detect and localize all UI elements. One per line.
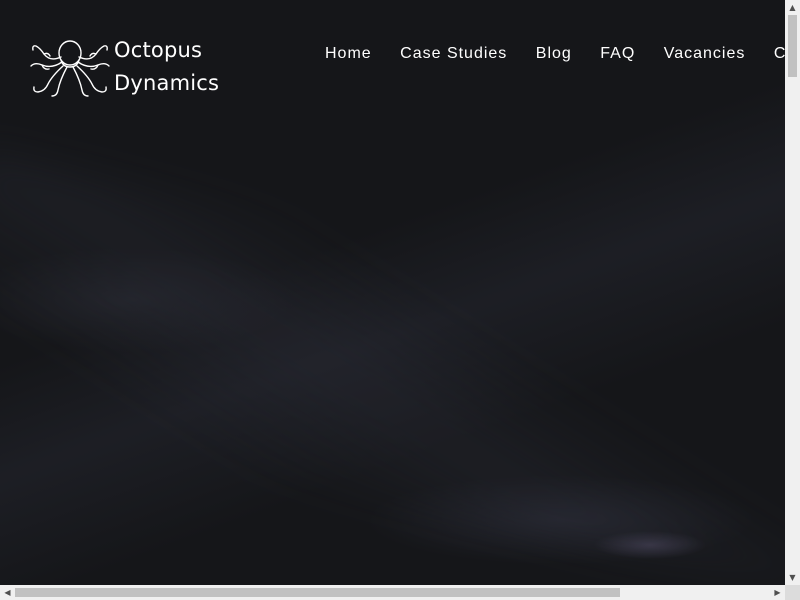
nav-item-vacancies[interactable]: Vacancies — [664, 44, 746, 64]
arrow-left-icon[interactable]: ◀ — [0, 585, 15, 600]
nav-item-case-studies[interactable]: Case Studies — [400, 44, 507, 64]
horizontal-scrollbar[interactable]: ◀ ▶ — [0, 585, 785, 600]
arrow-up-icon[interactable]: ▲ — [785, 0, 800, 15]
main-nav: Home Case Studies Blog FAQ Vacancies Con… — [325, 44, 785, 64]
brand-name-line2: Dynamics — [114, 71, 220, 95]
vertical-scrollbar[interactable]: ▲ ▼ — [785, 0, 800, 585]
page-viewport: Octopus Dynamics Home Case Studies Blog … — [0, 0, 785, 585]
site-header: Octopus Dynamics Home Case Studies Blog … — [0, 0, 785, 110]
scrollbar-corner — [785, 585, 800, 600]
brand-link[interactable]: Octopus Dynamics — [28, 34, 219, 100]
brand-name-line1: Octopus — [114, 38, 203, 62]
octopus-logo-icon — [30, 40, 110, 97]
brand-name: Octopus Dynamics — [114, 34, 219, 100]
horizontal-scroll-thumb[interactable] — [15, 588, 620, 597]
nav-item-blog[interactable]: Blog — [536, 44, 572, 64]
vertical-scroll-thumb[interactable] — [788, 15, 797, 77]
nav-item-home[interactable]: Home — [325, 44, 372, 64]
arrow-right-icon[interactable]: ▶ — [770, 585, 785, 600]
nav-item-contact[interactable]: Contact — [774, 44, 785, 64]
nav-item-faq[interactable]: FAQ — [600, 44, 635, 64]
arrow-down-icon[interactable]: ▼ — [785, 570, 800, 585]
